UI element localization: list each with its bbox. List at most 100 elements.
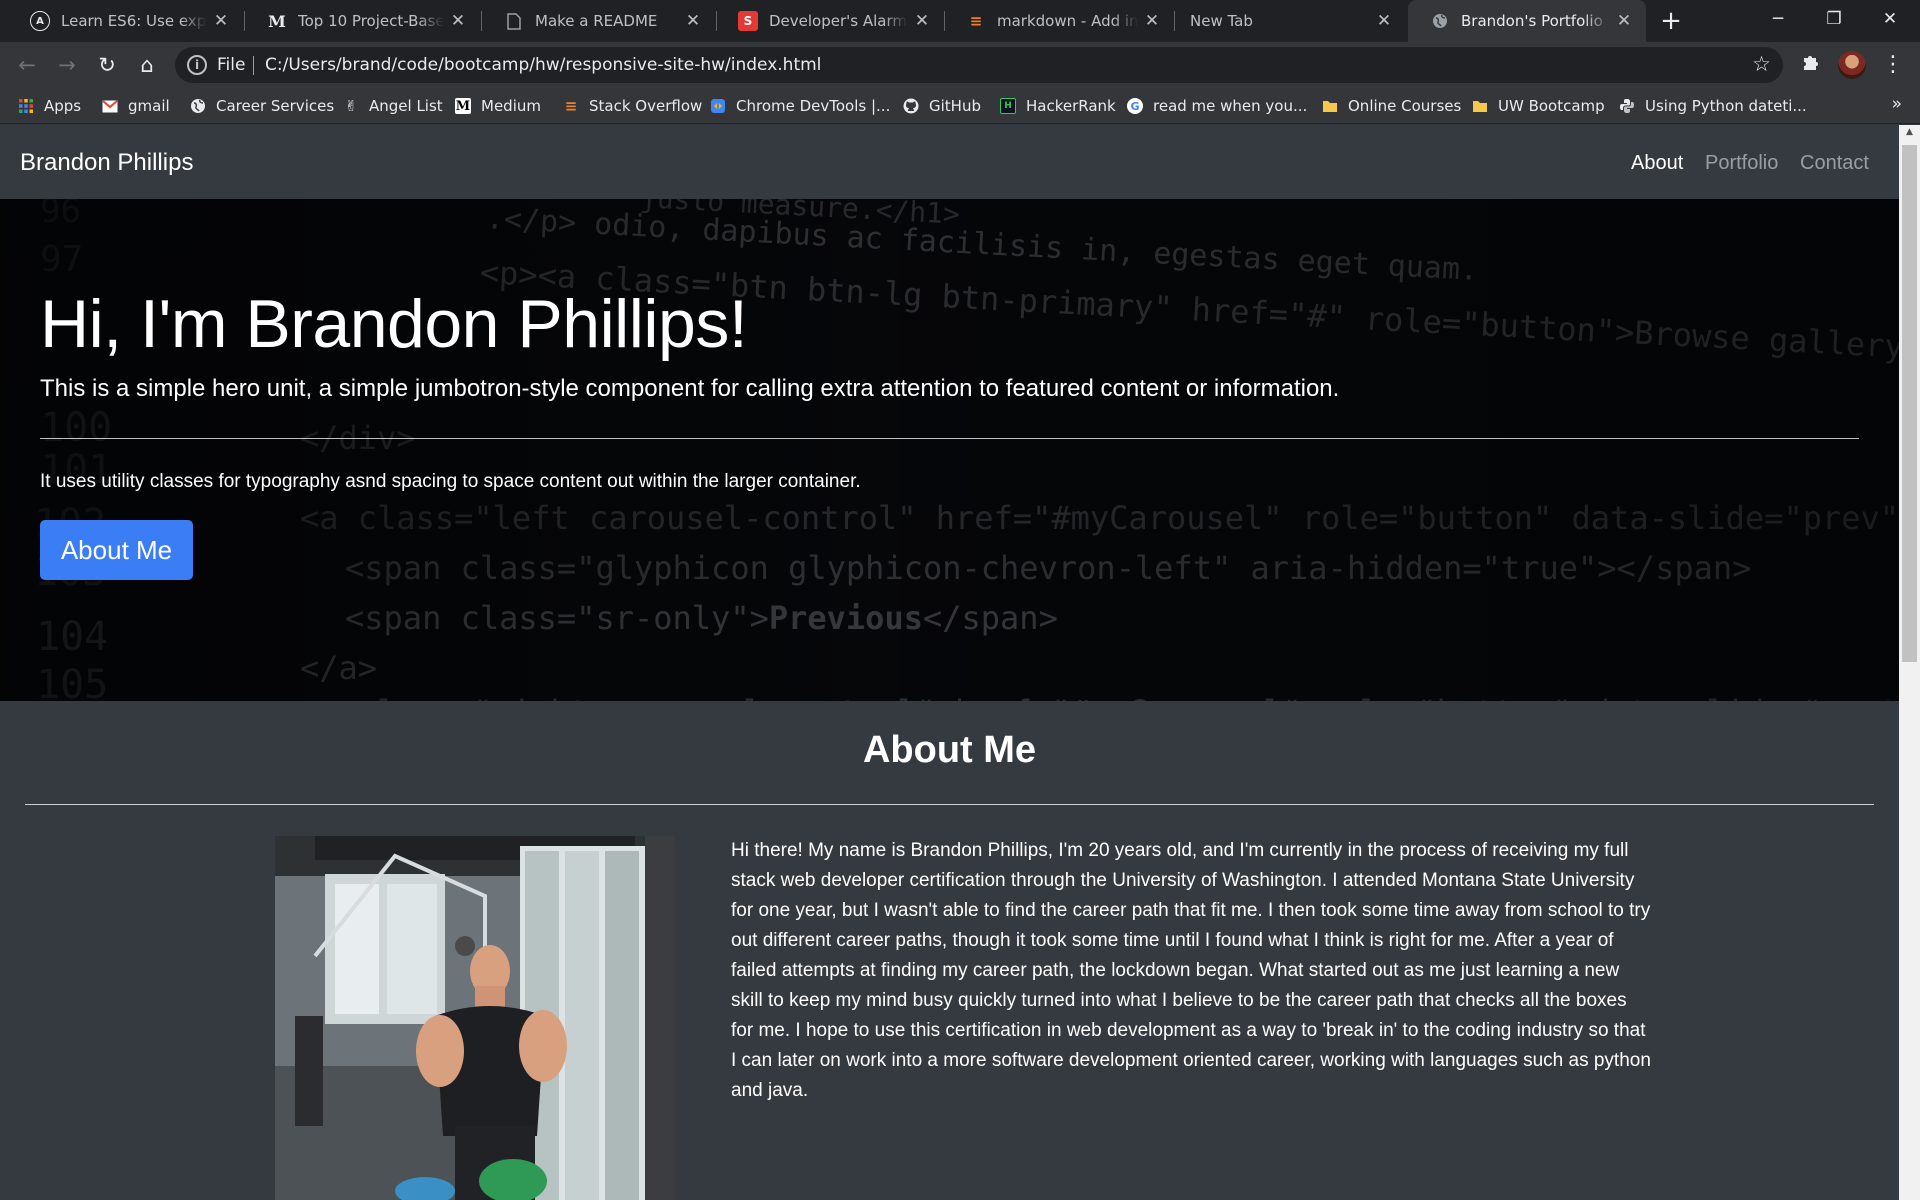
scheme-label: File [217, 55, 246, 75]
about-heading: About Me [862, 729, 1037, 771]
extensions-puzzle-icon[interactable] [1798, 52, 1824, 78]
close-icon[interactable]: ✕ [1138, 11, 1166, 31]
hero-lead: This is a simple hero unit, a simple jum… [40, 375, 1340, 402]
new-tab-plus-icon[interactable]: + [1654, 4, 1688, 38]
tab-title: Brandon's Portfolio [1461, 12, 1603, 30]
profile-avatar[interactable] [1838, 51, 1866, 79]
hash-A-icon: A [30, 11, 50, 31]
hero-overlay [0, 199, 1899, 701]
document-icon [504, 11, 524, 31]
address-bar[interactable]: i File ☆ [175, 47, 1783, 83]
nav-link-contact[interactable]: Contact [1800, 152, 1869, 175]
angellist-icon: ✌ [344, 97, 358, 115]
reload-icon[interactable]: ↻ [89, 47, 125, 83]
bookmark-gmail[interactable]: gmail [102, 94, 170, 118]
google-icon: G [1127, 98, 1143, 114]
bookmark-star-icon[interactable]: ☆ [1752, 52, 1771, 76]
home-icon[interactable]: ⌂ [129, 47, 165, 83]
about-bio: Hi there! My name is Brandon Phillips, I… [731, 840, 1651, 1101]
nav-link-portfolio[interactable]: Portfolio [1705, 152, 1778, 175]
chevron-double-right-icon[interactable]: » [1892, 94, 1902, 114]
scrollbar-thumb[interactable] [1902, 145, 1917, 662]
bookmark-github[interactable]: GitHub [903, 94, 981, 118]
close-icon[interactable]: ✕ [207, 11, 235, 31]
bookmark-label: UW Bootcamp [1498, 97, 1605, 115]
tab-developers-alarm[interactable]: S Developer's Alarm: 200 ✕ [716, 0, 944, 42]
bookmark-label: Career Services [216, 97, 335, 115]
bookmark-label: read me when you... [1153, 97, 1308, 115]
apps-grid-icon [18, 98, 34, 114]
close-icon[interactable]: ✕ [1370, 11, 1398, 31]
bookmark-label: GitHub [929, 97, 981, 115]
hero-jumbotron: 96 97 100 101 102 103 104 105 .</p> odio… [0, 199, 1899, 701]
kebab-menu-icon[interactable]: ⋮ [1878, 47, 1908, 83]
globe-icon [1430, 11, 1450, 31]
globe-icon [190, 98, 206, 114]
bookmark-label: HackerRank [1026, 97, 1116, 115]
nav-link-about[interactable]: About [1631, 152, 1683, 175]
forward-arrow-icon[interactable]: → [49, 47, 85, 83]
omnibox-divider [253, 56, 254, 75]
bookmarks-bar: Apps gmail Career Services ✌ Angel List … [0, 88, 1920, 124]
bookmark-label: Apps [44, 97, 82, 115]
github-icon [903, 98, 919, 114]
hero-heading: Hi, I'm Brandon Phillips! [40, 286, 748, 362]
hero-text: It uses utility classes for typography a… [40, 471, 861, 492]
close-icon[interactable]: ✕ [679, 11, 707, 31]
bookmark-stack-overflow[interactable]: ≡ Stack Overflow [563, 94, 703, 118]
tab-markdown-add-image[interactable]: ≡ markdown - Add image ✕ [944, 0, 1174, 42]
bookmark-career-services[interactable]: Career Services [190, 94, 334, 118]
tab-title: New Tab [1190, 12, 1253, 30]
tab-new-tab[interactable]: New Tab ✕ [1174, 0, 1406, 42]
bookmark-python-datetime[interactable]: Using Python dateti... [1619, 94, 1807, 118]
medium-icon: M [268, 11, 286, 31]
bookmark-apps[interactable]: Apps [18, 94, 81, 118]
folder-icon [1472, 98, 1488, 114]
devtools-icon [710, 98, 726, 114]
bookmark-label: Chrome DevTools |... [736, 97, 891, 115]
bookmark-label: gmail [128, 97, 170, 115]
stream-icon: S [738, 11, 758, 31]
close-icon[interactable]: ✕ [908, 11, 936, 31]
tab-learn-es6[interactable]: A Learn ES6: Use export t ✕ [8, 0, 243, 42]
site-navbar: Brandon Phillips About Portfolio Contact [0, 125, 1899, 199]
stackoverflow-icon: ≡ [564, 97, 578, 115]
tab-title: Top 10 Project-Based Tu [298, 12, 444, 30]
bookmark-online-courses[interactable]: Online Courses [1322, 94, 1461, 118]
url-input[interactable] [265, 52, 1725, 78]
gmail-icon [102, 98, 118, 114]
about-divider [25, 804, 1874, 805]
stackoverflow-icon: ≡ [969, 12, 983, 30]
tab-brandons-portfolio[interactable]: Brandon's Portfolio ✕ [1408, 0, 1646, 42]
tab-top-10-projects[interactable]: M Top 10 Project-Based Tu ✕ [245, 0, 480, 42]
bookmark-label: Stack Overflow [589, 97, 703, 115]
tab-title: Learn ES6: Use export t [61, 12, 207, 30]
restore-icon[interactable]: ❐ [1806, 0, 1862, 40]
back-arrow-icon[interactable]: ← [9, 47, 45, 83]
close-icon[interactable]: ✕ [1610, 11, 1638, 31]
bookmark-label: Angel List [369, 97, 443, 115]
close-icon[interactable]: ✕ [444, 11, 472, 31]
bookmark-angel-list[interactable]: ✌ Angel List [343, 94, 443, 118]
medium-icon: M [455, 98, 471, 114]
page-viewport: Brandon Phillips About Portfolio Contact… [0, 125, 1899, 1200]
page-scrollbar[interactable]: ▲ [1899, 125, 1920, 1200]
close-window-icon[interactable]: ✕ [1862, 0, 1918, 40]
browser-toolbar: ← → ↻ ⌂ i File ☆ ⋮ [0, 42, 1920, 88]
info-icon[interactable]: i [187, 55, 207, 75]
about-me-button[interactable]: About Me [40, 520, 193, 580]
bookmark-uw-bootcamp[interactable]: UW Bootcamp [1472, 94, 1605, 118]
bookmark-label: Online Courses [1348, 97, 1462, 115]
tab-make-readme[interactable]: Make a README ✕ [482, 0, 715, 42]
bookmark-read-me[interactable]: G read me when you... [1127, 94, 1307, 118]
bookmark-chrome-devtools[interactable]: Chrome DevTools |... [710, 94, 890, 118]
bookmark-medium[interactable]: M Medium [455, 94, 541, 118]
navbar-brand[interactable]: Brandon Phillips [20, 149, 193, 177]
minimize-icon[interactable]: ─ [1750, 0, 1806, 40]
scroll-up-arrow-icon[interactable]: ▲ [1899, 127, 1920, 141]
hackerrank-icon: H [1000, 98, 1016, 114]
bookmark-hackerrank[interactable]: H HackerRank [1000, 94, 1116, 118]
bookmark-label: Medium [481, 97, 541, 115]
tab-title: Developer's Alarm: 200 [769, 12, 908, 30]
hero-divider [40, 438, 1859, 439]
